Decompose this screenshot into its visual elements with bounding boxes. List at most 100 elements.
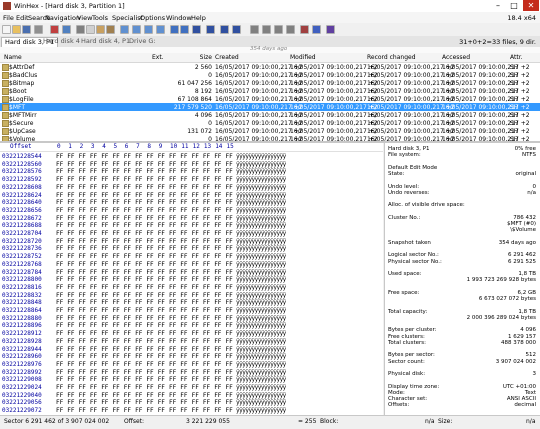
menu-window[interactable]: Window: [166, 14, 192, 22]
copy-icon[interactable]: [86, 25, 95, 34]
hex-ascii[interactable]: ÿÿÿÿÿÿÿÿÿÿÿÿÿÿÿÿ: [236, 407, 286, 414]
status-size-label: Size:: [438, 418, 453, 425]
file-size: 0: [208, 72, 212, 79]
file-size: 0: [208, 136, 212, 143]
paste-special-icon[interactable]: [106, 25, 115, 34]
file-attr: SH: [510, 88, 519, 95]
hex-byte[interactable]: FF: [169, 407, 176, 414]
find-icon[interactable]: [120, 25, 129, 34]
hex-editor[interactable]: Offset 0 1 2 3 4 5 6 7 8 9 10 11 12 13 14 15 03221228544…: [0, 143, 383, 415]
hex-row[interactable]: 03221229072 FF FF FF FF FF FF FF FF FF FF FF FF FF FF F…: [0, 406, 383, 415]
forward-icon[interactable]: [206, 25, 215, 34]
column-header-attr[interactable]: Attr.: [510, 54, 523, 61]
file-icon: [2, 96, 9, 103]
hex-column-header: 12: [192, 143, 200, 150]
info-label: Offsets:: [388, 402, 410, 409]
file-size: 8 192: [194, 88, 212, 95]
file-row[interactable]: $UpCase 131 072 16/05/2017 09:10:00,217 +2…: [0, 127, 540, 135]
menu-view[interactable]: View: [77, 14, 92, 22]
hex-byte[interactable]: FF: [203, 407, 210, 414]
next-sector-icon[interactable]: [232, 25, 241, 34]
file-row[interactable]: $BadClus 0 16/05/2017 09:10:00,217 +2 16/05…: [0, 71, 540, 79]
menu-bar: File Edit Search Navigation View Tools Special…: [0, 12, 540, 23]
file-row[interactable]: $Volume 0 16/05/2017 09:10:00,217 +2 16/05/…: [0, 135, 540, 143]
file-list[interactable]: Name Ext. Size Created Modified Record change…: [0, 53, 540, 143]
file-row[interactable]: $AttrDef 2 560 16/05/2017 09:10:00,217 +2 1…: [0, 63, 540, 71]
status-block-value: n/a: [425, 418, 435, 425]
hex-byte[interactable]: FF: [214, 407, 221, 414]
paste-icon[interactable]: [96, 25, 105, 34]
column-header-accessed[interactable]: Accessed: [442, 54, 470, 61]
replace-icon[interactable]: [144, 25, 153, 34]
properties-icon[interactable]: [50, 25, 59, 34]
menu-options[interactable]: Options: [140, 14, 165, 22]
drive-icon[interactable]: [274, 25, 283, 34]
hex-byte[interactable]: FF: [180, 407, 187, 414]
menu-specialist[interactable]: Specialist: [112, 14, 143, 22]
column-header-changed[interactable]: Record changed: [367, 54, 416, 61]
find-hex-icon[interactable]: [132, 25, 141, 34]
hex-byte[interactable]: FF: [146, 407, 153, 414]
minimize-icon[interactable]: –: [490, 0, 506, 11]
close-icon[interactable]: ✕: [523, 0, 539, 11]
open-icon[interactable]: [12, 25, 21, 34]
menu-edit[interactable]: Edit: [16, 14, 29, 22]
menu-tools[interactable]: Tools: [92, 14, 108, 22]
hex-byte[interactable]: FF: [79, 407, 86, 414]
column-header-ext[interactable]: Ext.: [152, 54, 164, 61]
tab-2[interactable]: Hard disk 4: [40, 37, 83, 46]
file-attr: SH: [510, 112, 519, 119]
file-row[interactable]: $MFTMirr 4 096 16/05/2017 09:10:00,217 +2 1…: [0, 111, 540, 119]
column-header-created[interactable]: Created: [215, 54, 239, 61]
file-icon: [2, 104, 9, 111]
tab-4[interactable]: Drive G:: [126, 37, 159, 46]
menu-navigation[interactable]: Navigation: [45, 14, 80, 22]
undo-icon[interactable]: [62, 25, 71, 34]
maximize-icon[interactable]: □: [506, 0, 522, 11]
print-icon[interactable]: [34, 25, 43, 34]
goto-sector-icon[interactable]: [180, 25, 189, 34]
hex-byte[interactable]: FF: [90, 407, 97, 414]
ram-editor-icon[interactable]: [262, 25, 271, 34]
hex-byte[interactable]: FF: [226, 407, 233, 414]
save-icon[interactable]: [22, 25, 31, 34]
new-file-icon[interactable]: [2, 25, 11, 34]
hex-byte[interactable]: FF: [113, 407, 120, 414]
file-row[interactable]: $LogFile 67 108 864 16/05/2017 09:10:00,21…: [0, 95, 540, 103]
file-size: 61 047 256: [177, 80, 212, 87]
file-row[interactable]: $MFT 217 579 520 16/05/2017 09:10:00,217 +…: [0, 103, 540, 111]
column-header-name[interactable]: Name: [4, 54, 22, 61]
web-icon[interactable]: [312, 25, 321, 34]
hex-byte[interactable]: FF: [124, 407, 131, 414]
file-name: $UpCase: [9, 128, 36, 135]
calculator-icon[interactable]: [300, 25, 309, 34]
tab-3[interactable]: Hard disk 4, P1: [78, 37, 133, 46]
menu-help[interactable]: Help: [191, 14, 206, 22]
file-row[interactable]: $Secure 0 16/05/2017 09:10:00,217 +2 16/05/…: [0, 119, 540, 127]
goto-offset-icon[interactable]: [170, 25, 179, 34]
hex-byte[interactable]: FF: [56, 407, 63, 414]
file-size: 131 072: [187, 128, 212, 135]
file-modified: 16/05/2017 09:10:00,217 +2: [290, 80, 378, 87]
hex-byte[interactable]: FF: [101, 407, 108, 414]
column-header-modified[interactable]: Modified: [290, 54, 316, 61]
prev-sector-icon[interactable]: [220, 25, 229, 34]
cut-icon[interactable]: [76, 25, 85, 34]
hex-offset-header: Offset: [10, 143, 32, 150]
hash-icon[interactable]: [286, 25, 295, 34]
file-modified: 16/05/2017 09:10:00,217 +2: [290, 64, 378, 71]
replace-hex-icon[interactable]: [156, 25, 165, 34]
help-icon[interactable]: [326, 25, 335, 34]
hex-byte[interactable]: FF: [192, 407, 199, 414]
file-name: $Volume: [9, 136, 36, 143]
column-header-size[interactable]: Size: [200, 54, 212, 61]
menu-file[interactable]: File: [3, 14, 14, 22]
hex-byte[interactable]: FF: [158, 407, 165, 414]
back-icon[interactable]: [192, 25, 201, 34]
hex-byte[interactable]: FF: [67, 407, 74, 414]
disk-editor-icon[interactable]: [250, 25, 259, 34]
file-row[interactable]: $Bitmap 61 047 256 16/05/2017 09:10:00,217…: [0, 79, 540, 87]
file-row[interactable]: $Boot 8 192 16/05/2017 09:10:00,217 +2 16/0…: [0, 87, 540, 95]
hex-column-header: 9: [158, 143, 163, 150]
hex-byte[interactable]: FF: [135, 407, 142, 414]
